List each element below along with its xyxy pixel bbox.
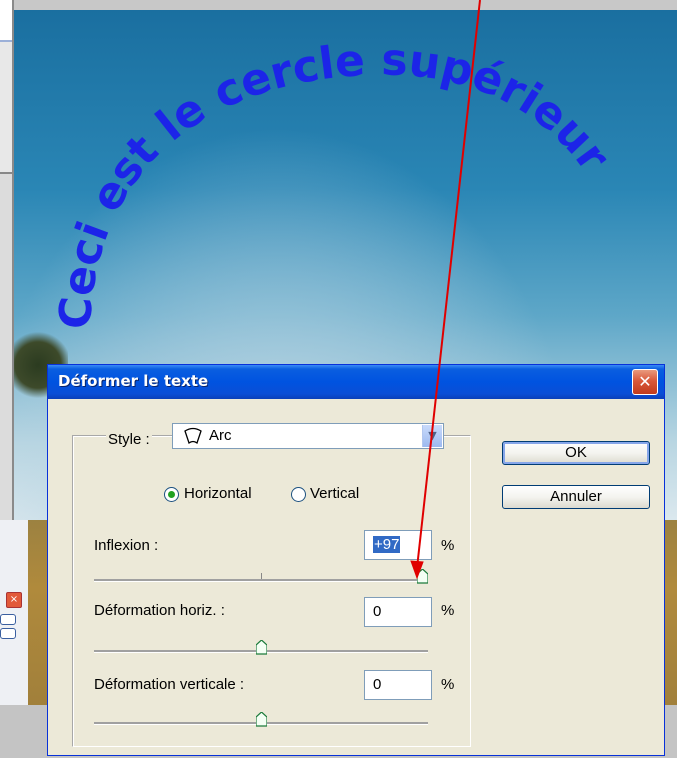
mini-button[interactable] <box>0 628 16 639</box>
chevron-down-icon[interactable]: ▼ <box>422 425 442 447</box>
style-label: Style : <box>106 431 152 448</box>
horizontal-distortion-value: 0 <box>373 603 382 620</box>
vertical-distortion-unit: % <box>441 676 455 693</box>
close-icon: ✕ <box>638 372 652 391</box>
horizontal-distortion-input[interactable]: 0 <box>364 597 432 627</box>
vertical-distortion-value: 0 <box>373 676 382 693</box>
horizontal-distortion-slider[interactable] <box>94 640 428 655</box>
inflexion-value: +97 <box>373 536 401 553</box>
warp-settings-group <box>72 435 471 747</box>
vertical-distortion-label: Déformation verticale : <box>94 676 245 693</box>
radio-vertical[interactable] <box>291 487 306 502</box>
mini-button[interactable] <box>0 614 16 625</box>
arc-text-path: Ceci est le cercle supérieur <box>50 35 620 331</box>
warp-text-dialog: Déformer le texte ✕ Style : Arc ▼ Horizo… <box>47 364 665 756</box>
horizontal-distortion-label: Déformation horiz. : <box>94 602 225 619</box>
horizontal-distortion-slider-thumb[interactable] <box>255 640 267 655</box>
vertical-distortion-input[interactable]: 0 <box>364 670 432 700</box>
inflexion-slider[interactable] <box>94 569 429 584</box>
arc-text: Ceci est le cercle supérieur <box>50 35 620 331</box>
dialog-title: Déformer le texte <box>58 372 209 390</box>
dialog-titlebar[interactable]: Déformer le texte ✕ <box>48 365 664 399</box>
radio-horizontal-label: Horizontal <box>184 485 252 502</box>
slider-tick <box>261 573 262 579</box>
radio-horizontal[interactable] <box>164 487 179 502</box>
close-icon[interactable]: × <box>6 592 22 608</box>
vertical-distortion-slider-thumb[interactable] <box>255 712 267 727</box>
close-button[interactable]: ✕ <box>632 369 658 395</box>
horizontal-distortion-unit: % <box>441 602 455 619</box>
vertical-distortion-slider[interactable] <box>94 712 428 727</box>
inflexion-slider-thumb[interactable] <box>417 569 429 584</box>
inflexion-label: Inflexion : <box>94 537 159 554</box>
cancel-button[interactable]: Annuler <box>502 485 650 509</box>
ok-button[interactable]: OK <box>502 441 650 465</box>
style-select[interactable]: Arc ▼ <box>172 423 444 449</box>
arc-text-graphic: Ceci est le cercle supérieur <box>50 35 620 331</box>
radio-vertical-label: Vertical <box>310 485 360 502</box>
style-value: Arc <box>209 427 232 444</box>
inflexion-unit: % <box>441 537 455 554</box>
arc-warp-icon <box>184 427 202 445</box>
inflexion-input[interactable]: +97 <box>364 530 432 560</box>
